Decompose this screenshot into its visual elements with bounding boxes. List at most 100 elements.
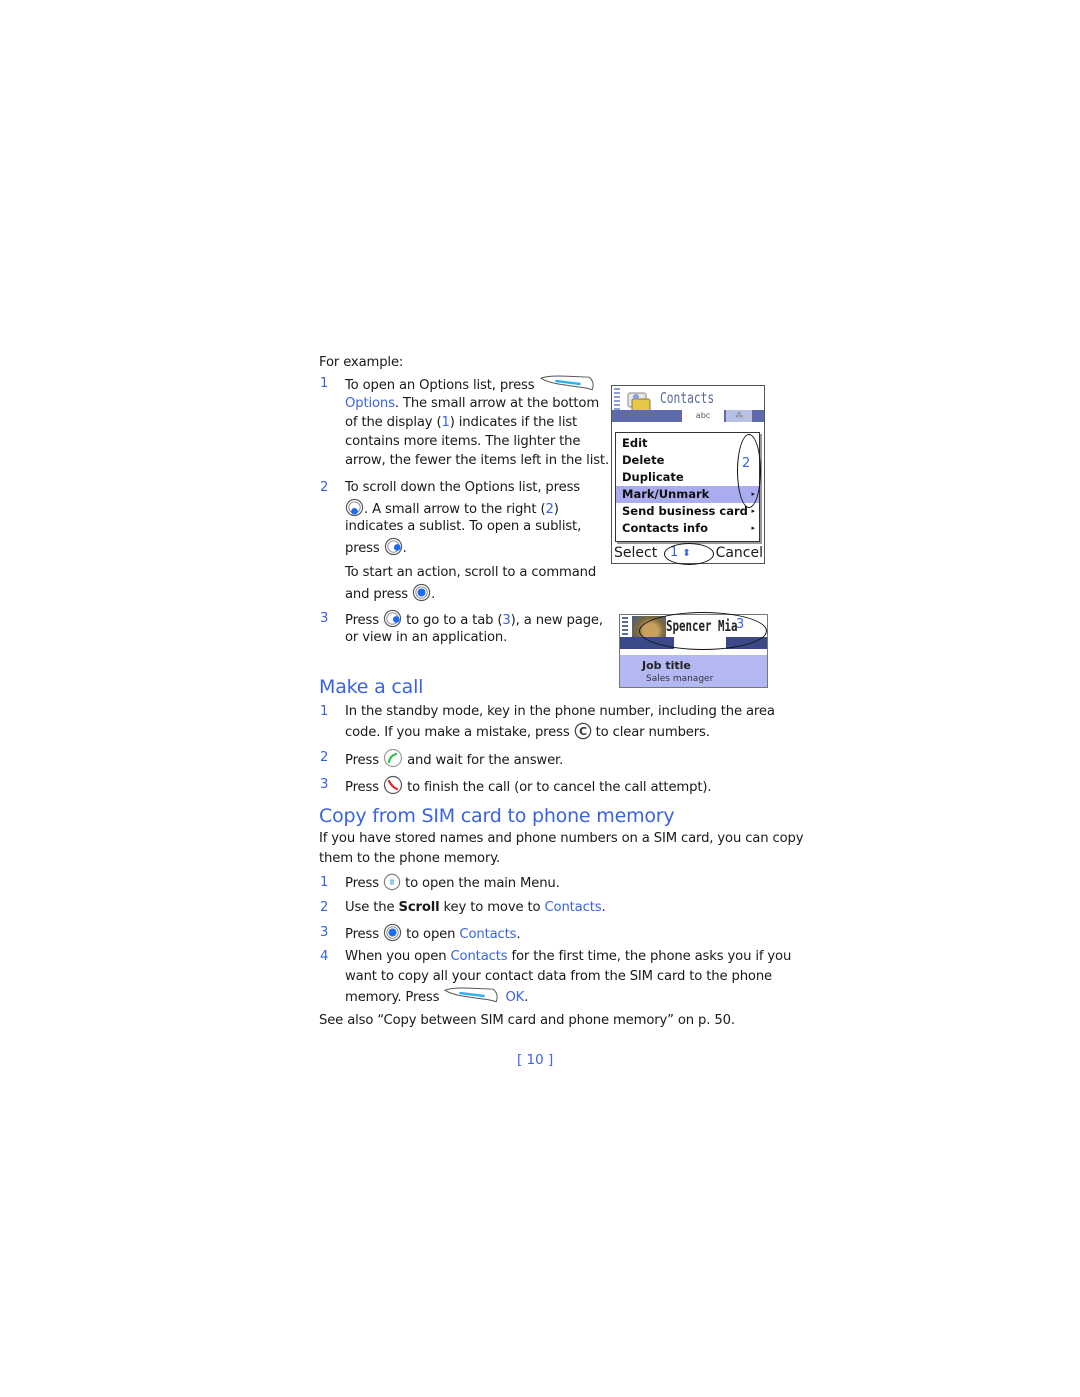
contacts-options-screenshot: Contacts abc ⁂ Edit Delete Duplicate Mar… [611,385,765,565]
step-text: To scroll down the Options list, press [345,480,581,495]
step-text: Press to open Contacts. [345,923,521,945]
call-key-icon [383,748,403,768]
step-text: arrow, the fewer the items left in the l… [345,453,609,468]
text-line: . [601,900,606,915]
step-text: and press . [345,583,435,605]
ok-term: OK [505,990,525,1005]
text-line: To open an Options list, press [345,378,535,393]
step-number: 3 [320,925,329,940]
step-number: 1 [320,875,329,890]
field-label: Job title [642,659,691,672]
menu-item-send-business-card[interactable]: Send business card ▸ [616,503,759,520]
callout-ref: 1 [441,415,450,430]
step-text: In the standby mode, key in the phone nu… [345,704,775,719]
text-line: Press [345,613,379,628]
screen-title: Contacts [660,389,715,407]
text-line: memory. Press [345,990,440,1005]
text-line: . The small arrow at the bottom [394,396,600,411]
menu-key-icon [383,873,401,891]
step-number: 1 [320,376,329,391]
text-line: . [516,927,521,942]
callout-oval-2 [737,434,761,508]
text-line: to open the main Menu. [405,876,560,891]
menu-item-label: Delete [622,453,665,467]
callout-oval-3 [639,612,767,650]
step-text: Options. The small arrow at the bottom [345,394,599,414]
select-softkey[interactable]: Select [614,543,657,563]
clear-key-icon [574,722,592,740]
callout-ref: 2 [545,502,554,517]
text-line: . [431,587,436,602]
step-text: Press and wait for the answer. [345,748,563,771]
contacts-term: Contacts [544,900,602,915]
step-text: When you open Contacts for the first tim… [345,947,791,967]
contacts-term: Contacts [459,927,517,942]
text-line: ) indicates if the list [449,415,578,430]
text-line: Press [345,780,379,795]
text-line: to go to a tab ( [406,613,503,628]
tab-active: abc [682,410,724,422]
field-value: Sales manager [646,674,714,684]
scroll-key-term: Scroll [398,900,440,915]
menu-item-label: Contacts info [622,521,708,535]
text-line: key to move to [439,900,545,915]
scroll-press-icon [412,583,431,602]
text-line: of the display ( [345,415,442,430]
text-line: . A small arrow to the right ( [364,502,546,517]
contacts-term: Contacts [450,949,508,964]
text-line: to finish the call (or to cancel the cal… [407,780,712,795]
menu-item-label: Edit [622,436,648,450]
step-text: or view in an application. [345,630,508,645]
step-text: Use the Scroll key to move to Contacts. [345,898,606,918]
text-line: ) [553,502,559,517]
step-text: want to copy all your contact data from … [345,969,773,984]
text-line: When you open [345,949,451,964]
paragraph: If you have stored names and phone numbe… [319,831,804,846]
step-number: 3 [320,611,329,626]
step-text: of the display (1) indicates if the list [345,413,577,433]
text-line: Press [345,927,379,942]
text-line: and wait for the answer. [407,753,564,768]
step-number: 3 [320,777,329,792]
end-key-icon [383,775,403,795]
step-text: To open an Options list, press [345,374,597,396]
menu-item-edit[interactable]: Edit [616,435,759,452]
step-text: code. If you make a mistake, press to cl… [345,722,710,743]
step-text: contains more items. The lighter the [345,434,581,449]
text-line: . [524,990,529,1005]
left-softkey-icon [539,374,597,392]
tab-inactive: ⁂ [726,410,752,422]
step-number: 2 [320,900,329,915]
step-text: Press to open the main Menu. [345,873,560,894]
scroll-right-icon [384,537,403,556]
text-line: Press [345,876,379,891]
text-line: Press [345,753,379,768]
page-number: [ 10 ] [517,1052,554,1068]
section-heading-copy-sim: Copy from SIM card to phone memory [319,805,675,827]
callout-oval-1 [664,543,714,565]
step-text: memory. Press OK. [345,986,528,1008]
text-line: to open [406,927,460,942]
text-line: ), a new page, [510,613,603,628]
menu-item-label: Duplicate [622,470,684,484]
text-line: . [402,541,407,556]
paragraph: them to the phone memory. [319,851,501,866]
step-number: 2 [320,480,329,495]
intro-text: For example: [319,355,404,370]
menu-item-label: Send business card [622,504,748,518]
callout-label-2: 2 [742,456,751,471]
cancel-softkey[interactable]: Cancel [716,543,763,563]
text-line: and press [345,587,409,602]
text-line: code. If you make a mistake, press [345,725,570,740]
menu-item-label: Mark/Unmark [622,487,710,501]
step-number: 2 [320,750,329,765]
options-link: Options [345,396,395,411]
menu-item-contacts-info[interactable]: Contacts info ▸ [616,520,759,537]
step-text: indicates a sublist. To open a sublist, [345,519,582,534]
step-number: 4 [320,949,329,964]
step-number: 1 [320,704,329,719]
scroll-down-icon [345,498,364,517]
text-line: to clear numbers. [595,725,710,740]
step-text: To start an action, scroll to a command [345,565,597,580]
text-line: press [345,541,380,556]
